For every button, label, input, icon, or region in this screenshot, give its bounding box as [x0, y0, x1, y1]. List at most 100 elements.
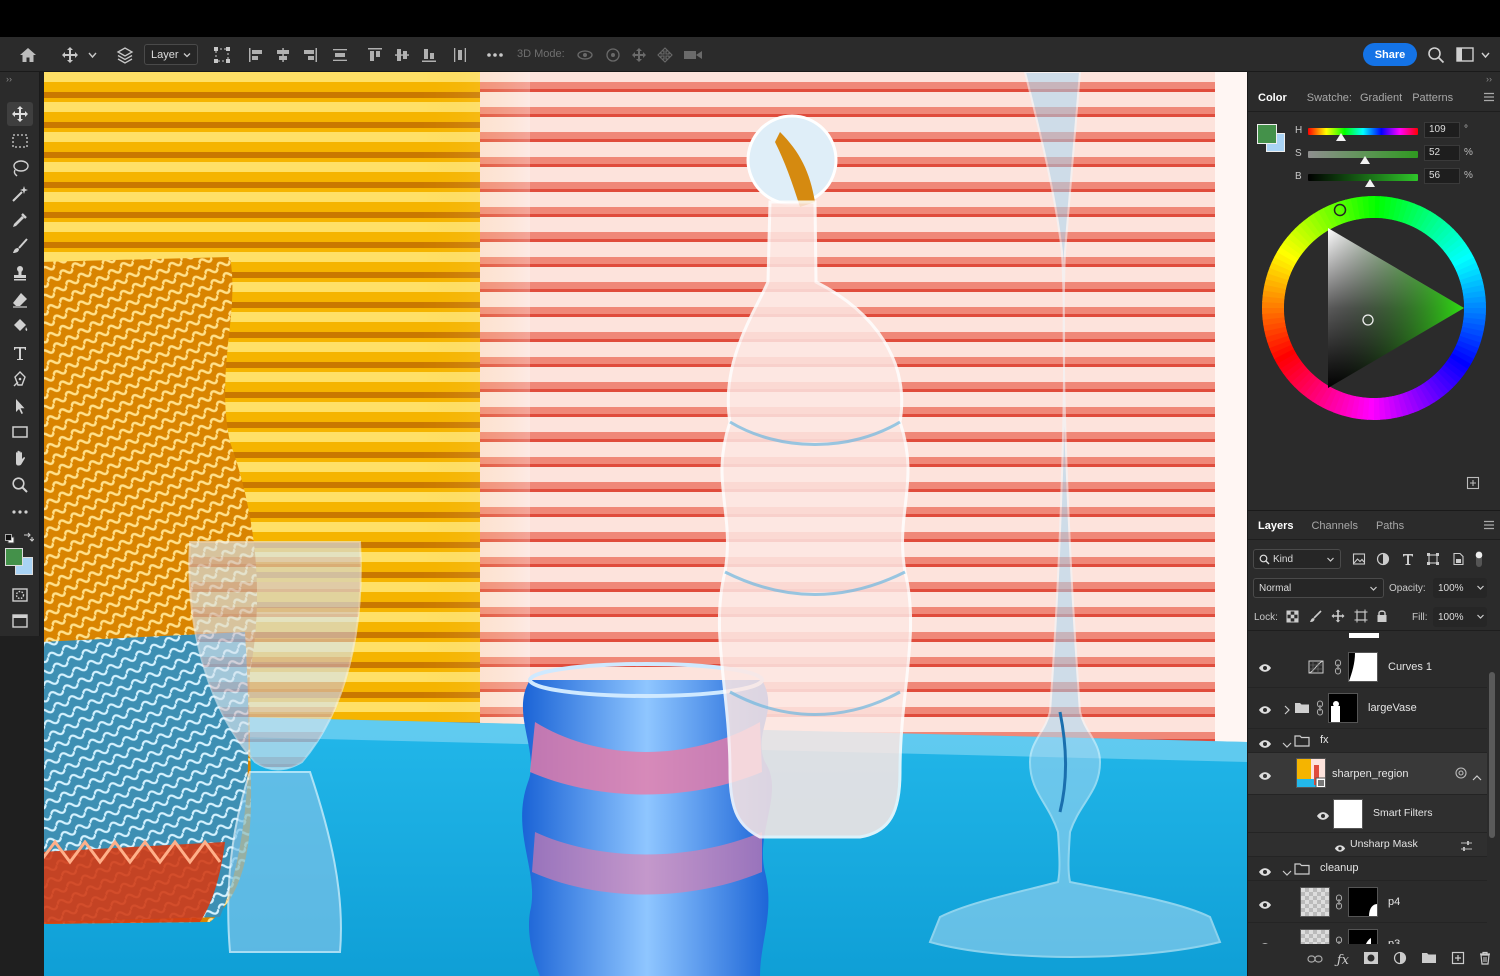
color-wheel[interactable] [1260, 194, 1488, 422]
layer-mask-thumbnail[interactable] [1348, 929, 1378, 944]
chevron-right-icon[interactable] [1283, 702, 1291, 720]
visibility-eye-icon[interactable] [1334, 840, 1346, 858]
move-tool-preset-icon[interactable] [58, 37, 98, 72]
layer-row-cleanup-group[interactable]: cleanup [1248, 857, 1487, 881]
eyedropper-tool-icon[interactable] [7, 208, 33, 232]
tab-swatches[interactable]: Swatche: [1307, 92, 1352, 104]
transform-controls-icon[interactable] [210, 37, 234, 72]
layer-mask-thumbnail[interactable] [1348, 652, 1378, 682]
group-mask-thumbnail[interactable] [1328, 693, 1358, 723]
roll-3d-icon[interactable] [602, 37, 624, 72]
filter-smart-object-icon[interactable] [1451, 552, 1465, 571]
hue-slider-track[interactable] [1308, 128, 1418, 135]
layers-scrollbar[interactable] [1489, 672, 1495, 838]
visibility-eye-icon[interactable] [1258, 702, 1272, 720]
brush-tool-icon[interactable] [7, 234, 33, 258]
quick-mask-icon[interactable] [7, 583, 33, 607]
visibility-eye-icon[interactable] [1258, 897, 1272, 915]
lock-position-icon[interactable] [1331, 609, 1345, 628]
mask-link-icon[interactable] [1334, 659, 1342, 680]
brightness-slider-track[interactable] [1308, 174, 1418, 181]
distribute-vertical-icon[interactable] [330, 37, 350, 72]
tab-channels[interactable]: Channels [1311, 520, 1357, 532]
align-bottom-icon[interactable] [419, 37, 439, 72]
video-camera-3d-icon[interactable] [681, 37, 705, 72]
align-left-icon[interactable] [246, 37, 266, 72]
brightness-value-field[interactable]: 56 [1424, 168, 1460, 184]
layer-row-unsharp-mask[interactable]: Unsharp Mask [1248, 833, 1487, 857]
add-color-panel-icon[interactable] [1466, 476, 1480, 495]
foreground-color-swatch[interactable] [5, 548, 23, 566]
smart-filter-mask-thumbnail[interactable] [1333, 799, 1363, 829]
tab-paths[interactable]: Paths [1376, 520, 1404, 532]
filter-pixel-icon[interactable] [1352, 552, 1366, 571]
chevron-up-icon[interactable] [1472, 769, 1482, 787]
workspace-layout-icon[interactable] [1455, 37, 1491, 72]
filter-toggle-icon[interactable] [1474, 550, 1484, 573]
eraser-tool-icon[interactable] [7, 288, 33, 312]
auto-select-icon[interactable] [114, 37, 136, 72]
blend-mode-dropdown[interactable]: Normal [1253, 578, 1384, 598]
chevron-down-icon[interactable] [1282, 864, 1292, 882]
visibility-eye-icon[interactable] [1258, 660, 1272, 678]
swap-colors-icon[interactable] [22, 530, 35, 542]
layer-row-fx-group[interactable]: fx [1248, 729, 1487, 753]
saturation-slider-thumb[interactable] [1360, 156, 1371, 164]
document-canvas[interactable] [40, 72, 1247, 976]
lock-image-pixels-icon[interactable] [1309, 610, 1322, 628]
smart-filter-options-icon[interactable] [1454, 766, 1468, 785]
tab-layers[interactable]: Layers [1258, 520, 1293, 532]
smart-object-thumbnail[interactable] [1296, 758, 1326, 788]
collapse-panels-icon[interactable]: ›› [1486, 74, 1492, 84]
visibility-eye-icon[interactable] [1316, 808, 1330, 826]
filter-adjustment-icon[interactable] [1376, 552, 1390, 571]
align-right-icon[interactable] [300, 37, 320, 72]
visibility-eye-icon[interactable] [1258, 768, 1272, 786]
visibility-eye-icon[interactable] [1258, 736, 1272, 754]
hue-slider-thumb[interactable] [1336, 133, 1347, 141]
brightness-slider-thumb[interactable] [1364, 179, 1375, 187]
new-group-folder-icon[interactable] [1421, 951, 1437, 969]
slide-3d-icon[interactable] [654, 37, 676, 72]
layers-panel-menu-icon[interactable] [1483, 520, 1495, 533]
layer-row-p3[interactable]: p3 [1248, 923, 1487, 944]
visibility-eye-icon[interactable] [1258, 864, 1272, 882]
layer-style-fx-icon[interactable]: ƒx [1337, 953, 1349, 968]
pen-tool-icon[interactable] [7, 367, 33, 391]
collapse-toolbar-icon[interactable]: ›› [6, 74, 12, 84]
rectangle-tool-icon[interactable] [7, 420, 33, 444]
marquee-tool-icon[interactable] [7, 129, 33, 153]
tab-gradients[interactable]: Gradient [1360, 92, 1402, 104]
zoom-tool-icon[interactable] [7, 473, 33, 497]
paint-bucket-tool-icon[interactable] [7, 314, 33, 338]
align-horizontal-center-icon[interactable] [273, 37, 293, 72]
pixel-layer-thumbnail[interactable] [1300, 887, 1330, 917]
filter-blending-options-icon[interactable] [1460, 839, 1473, 857]
fill-field[interactable]: 100% [1433, 607, 1487, 627]
filter-type-icon[interactable] [1401, 552, 1415, 571]
auto-select-target-dropdown[interactable]: Layer [144, 44, 198, 65]
pan-3d-icon[interactable] [628, 37, 650, 72]
hue-value-field[interactable]: 109 [1424, 122, 1460, 138]
align-top-icon[interactable] [365, 37, 385, 72]
tab-color[interactable]: Color [1258, 92, 1287, 104]
path-selection-tool-icon[interactable] [7, 394, 33, 418]
delete-layer-trash-icon[interactable] [1479, 951, 1491, 970]
hand-tool-icon[interactable] [7, 446, 33, 470]
mask-link-icon[interactable] [1335, 936, 1343, 944]
pixel-layer-thumbnail[interactable] [1300, 929, 1330, 944]
distribute-horizontal-icon[interactable] [450, 37, 470, 72]
share-button[interactable]: Share [1363, 43, 1417, 66]
object-selection-tool-icon[interactable] [7, 182, 33, 206]
layer-row-p4[interactable]: p4 [1248, 881, 1487, 923]
search-icon[interactable] [1425, 37, 1447, 72]
move-tool-icon[interactable] [7, 102, 33, 126]
home-icon[interactable] [14, 37, 42, 72]
default-colors-icon[interactable] [5, 531, 15, 544]
mask-link-icon[interactable] [1316, 700, 1324, 721]
orbit-3d-icon[interactable] [574, 37, 596, 72]
type-tool-icon[interactable] [7, 341, 33, 365]
screen-mode-icon[interactable] [7, 609, 33, 633]
edit-toolbar-icon[interactable] [7, 500, 33, 524]
link-layers-icon[interactable] [1307, 951, 1323, 969]
